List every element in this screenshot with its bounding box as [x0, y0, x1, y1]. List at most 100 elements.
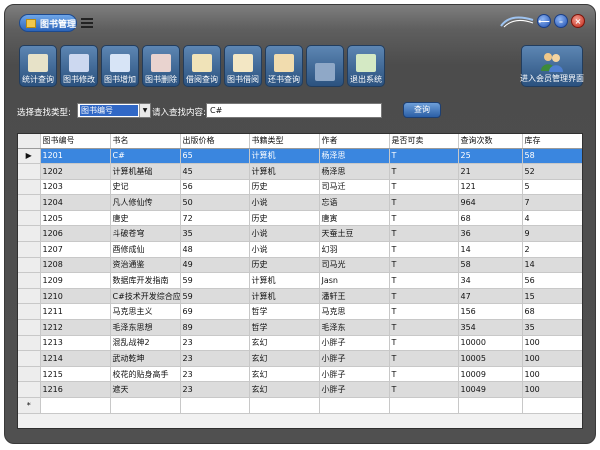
menu-icon[interactable]	[81, 18, 93, 28]
table-cell[interactable]: 35	[180, 225, 250, 243]
table-cell[interactable]: 1212	[40, 319, 111, 336]
table-cell[interactable]: 数据库开发指南	[110, 272, 181, 289]
table-row[interactable]: 1216 遮天 23 玄幻 小胖子 T 10049 100	[18, 381, 582, 398]
row-header[interactable]	[18, 335, 41, 352]
table-cell[interactable]: 玄幻	[249, 335, 320, 352]
table-cell[interactable]: 计算机	[249, 148, 320, 165]
table-cell[interactable]: 小说	[249, 225, 320, 243]
table-cell[interactable]: 100	[522, 366, 582, 383]
table-cell[interactable]: 1202	[40, 163, 111, 180]
books-grid[interactable]: 图书编号 书名 出版价格 书籍类型 作者 是否可卖 查询次数 库存 ▶ 1201 C…	[17, 133, 583, 429]
table-cell[interactable]: 1204	[40, 194, 111, 211]
row-header[interactable]	[18, 163, 41, 180]
col-header[interactable]: 作者	[319, 134, 390, 149]
table-row[interactable]: 1205 唐史 72 历史 唐寅 T 68 4	[18, 210, 582, 227]
table-cell[interactable]: 1214	[40, 350, 111, 367]
table-cell[interactable]: 964	[458, 194, 523, 211]
toolbar-button-2[interactable]: 图书增加	[101, 45, 139, 87]
table-cell[interactable]: 玄幻	[249, 366, 320, 383]
table-cell[interactable]: 小说	[249, 241, 320, 258]
table-cell[interactable]: 混乱战神2	[110, 335, 181, 352]
row-header[interactable]	[18, 366, 41, 383]
table-cell[interactable]: 唐史	[110, 210, 181, 227]
table-cell[interactable]: T	[389, 272, 459, 289]
table-cell[interactable]: 资治通鉴	[110, 257, 181, 274]
table-cell[interactable]: T	[389, 381, 459, 398]
member-management-button[interactable]: 进入会员管理界面	[520, 45, 584, 87]
toolbar-button-4[interactable]: 借阅查询	[183, 45, 221, 87]
table-cell[interactable]: 2	[522, 241, 582, 258]
table-cell[interactable]: 马克思	[319, 303, 390, 321]
close-button[interactable]: ×	[571, 14, 585, 28]
table-cell[interactable]: 56	[522, 272, 582, 289]
table-cell-empty[interactable]	[249, 397, 320, 414]
table-cell[interactable]: 100	[522, 381, 582, 398]
toolbar-button-5[interactable]: 图书借阅	[224, 45, 262, 87]
table-cell[interactable]: 10005	[458, 350, 523, 367]
table-cell[interactable]: T	[389, 194, 459, 211]
table-cell[interactable]: 玄幻	[249, 381, 320, 398]
row-header[interactable]	[18, 225, 41, 243]
table-cell[interactable]: 1203	[40, 179, 111, 196]
row-header[interactable]	[18, 210, 41, 227]
table-cell[interactable]: 1206	[40, 225, 111, 243]
table-cell[interactable]: 100	[522, 335, 582, 352]
table-cell[interactable]: T	[389, 319, 459, 336]
col-header[interactable]: 出版价格	[180, 134, 250, 149]
table-row[interactable]: 1206 斗破苍穹 35 小说 天蚕土豆 T 36 9	[18, 225, 582, 243]
table-cell[interactable]: T	[389, 257, 459, 274]
table-cell[interactable]: C#技术开发综合应用	[110, 288, 181, 305]
table-cell[interactable]: 72	[180, 210, 250, 227]
table-cell[interactable]: 9	[522, 225, 582, 243]
table-cell[interactable]: 毛泽东	[319, 319, 390, 336]
table-cell[interactable]: 34	[458, 272, 523, 289]
table-cell[interactable]: T	[389, 210, 459, 227]
table-row[interactable]: 1207 酉修成仙 48 小说 幻羽 T 14 2	[18, 241, 582, 258]
table-row[interactable]: ▶ 1201 C# 65 计算机 杨泽思 T 25 58	[18, 148, 582, 165]
table-cell[interactable]: 47	[458, 288, 523, 305]
col-header[interactable]: 是否可卖	[389, 134, 459, 149]
new-row[interactable]: *	[18, 397, 582, 414]
table-cell[interactable]: 1207	[40, 241, 111, 258]
table-cell[interactable]: 1215	[40, 366, 111, 383]
col-header[interactable]: 图书编号	[40, 134, 111, 149]
table-cell[interactable]: T	[389, 303, 459, 321]
table-cell[interactable]: 52	[522, 163, 582, 180]
table-cell[interactable]: 小胖子	[319, 381, 390, 398]
table-cell[interactable]: 1216	[40, 381, 111, 398]
toolbar-button-0[interactable]: 统计查询	[19, 45, 57, 87]
table-cell[interactable]: T	[389, 163, 459, 180]
table-cell[interactable]: 史记	[110, 179, 181, 196]
table-cell[interactable]: T	[389, 148, 459, 165]
table-cell-empty[interactable]	[319, 397, 390, 414]
table-cell[interactable]: 10009	[458, 366, 523, 383]
table-cell[interactable]: T	[389, 288, 459, 305]
toolbar-button-1[interactable]: 图书修改	[60, 45, 98, 87]
table-cell[interactable]: 65	[180, 148, 250, 165]
table-cell[interactable]: 1210	[40, 288, 111, 305]
toolbar-button-7[interactable]	[306, 45, 344, 87]
table-cell[interactable]: 马克思主义	[110, 303, 181, 321]
table-cell[interactable]: 121	[458, 179, 523, 196]
table-cell[interactable]: 50	[180, 194, 250, 211]
table-cell[interactable]: 幻羽	[319, 241, 390, 258]
query-button[interactable]: 查询	[403, 102, 441, 118]
table-cell[interactable]: 哲学	[249, 319, 320, 336]
row-header[interactable]	[18, 381, 41, 398]
table-cell[interactable]: 历史	[249, 179, 320, 196]
table-cell[interactable]: 小胖子	[319, 335, 390, 352]
search-input[interactable]: C#	[206, 103, 382, 118]
toolbar-button-3[interactable]: 图书删除	[142, 45, 180, 87]
table-row[interactable]: 1210C#技术开发综合应用59计算机潘轩王T4715	[18, 288, 582, 305]
restore-button[interactable]: ⟵	[537, 14, 551, 28]
table-cell[interactable]: T	[389, 241, 459, 258]
table-cell[interactable]: 48	[180, 241, 250, 258]
table-cell[interactable]: 56	[180, 179, 250, 196]
table-cell[interactable]: 69	[180, 303, 250, 321]
table-cell[interactable]: 计算机	[249, 288, 320, 305]
table-cell[interactable]: 354	[458, 319, 523, 336]
row-header[interactable]	[18, 350, 41, 367]
row-header[interactable]: ▶	[18, 148, 41, 165]
table-cell[interactable]: 1201	[40, 148, 111, 165]
table-cell[interactable]: C#	[110, 148, 181, 165]
